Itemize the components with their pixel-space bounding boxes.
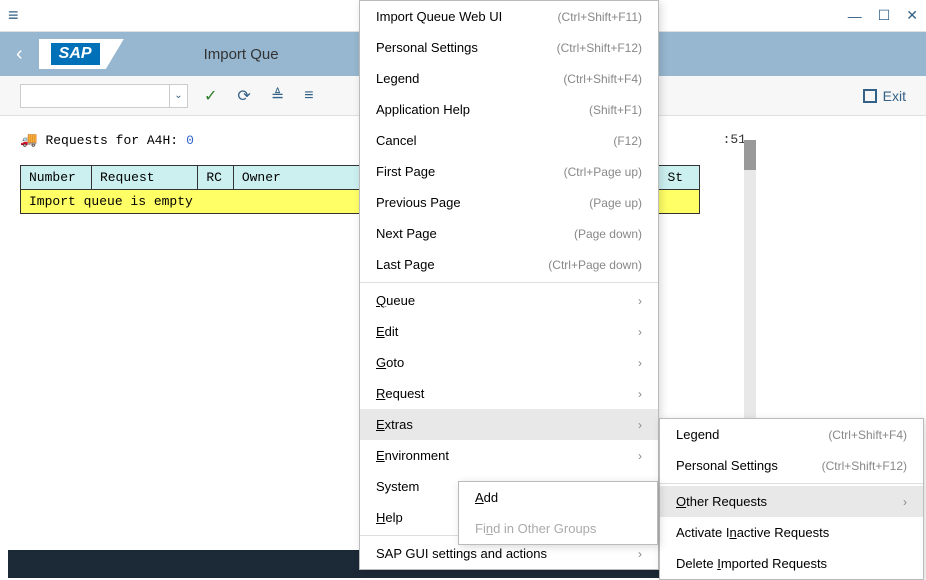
submenu-legend[interactable]: Legend(Ctrl+Shift+F4) [660,419,923,450]
menu-cancel[interactable]: Cancel(F12) [360,125,658,156]
back-button[interactable]: ‹ [16,43,23,66]
minimize-button[interactable]: — [848,8,862,24]
subsub-find-other-groups: Find in Other Groups [459,513,657,544]
menu-last-page[interactable]: Last Page(Ctrl+Page down) [360,249,658,280]
close-button[interactable]: ✕ [906,7,918,24]
col-rc: RC [198,166,233,190]
menu-edit[interactable]: Edit› [360,316,658,347]
requests-count: 0 [186,133,194,148]
sap-logo-wrap: SAP [39,39,124,69]
col-request: Request [91,166,197,190]
menu-personal-settings[interactable]: Personal Settings(Ctrl+Shift+F12) [360,32,658,63]
command-field[interactable] [20,84,170,108]
truck-icon: 🚚 [20,132,37,149]
menu-extras[interactable]: Extras› [360,409,658,440]
maximize-button[interactable]: ☐ [878,7,891,24]
sort-asc-icon[interactable]: ≜ [267,82,288,110]
subsubmenu-other-requests: Add Find in Other Groups [458,481,658,545]
menu-queue[interactable]: Queue› [360,285,658,316]
scroll-thumb[interactable] [744,140,756,170]
menu-separator [360,282,658,283]
menu-first-page[interactable]: First Page(Ctrl+Page up) [360,156,658,187]
menu-environment[interactable]: Environment› [360,440,658,471]
menu-import-queue-web-ui[interactable]: Import Queue Web UI(Ctrl+Shift+F11) [360,1,658,32]
requests-label: Requests for A4H: [45,133,178,148]
menu-separator [660,483,923,484]
hamburger-icon[interactable]: ≡ [8,5,19,26]
submenu-activate-inactive[interactable]: Activate Inactive Requests [660,517,923,548]
submenu-delete-imported[interactable]: Delete Imported Requests [660,548,923,579]
check-icon[interactable]: ✓ [200,82,221,110]
submenu-personal-settings[interactable]: Personal Settings(Ctrl+Shift+F12) [660,450,923,481]
filter-icon[interactable]: ≡ [300,83,317,109]
exit-label: Exit [883,88,906,104]
menu-next-page[interactable]: Next Page(Page down) [360,218,658,249]
exit-button[interactable]: Exit [863,88,906,104]
subsub-add[interactable]: Add [459,482,657,513]
menu-application-help[interactable]: Application Help(Shift+F1) [360,94,658,125]
menu-legend[interactable]: Legend(Ctrl+Shift+F4) [360,63,658,94]
sap-logo: SAP [51,43,100,65]
submenu-other-requests[interactable]: Other Requests› [660,486,923,517]
col-st: St [659,166,700,190]
col-number: Number [21,166,92,190]
window-controls: — ☐ ✕ [848,7,918,24]
command-dropdown-icon[interactable]: ⌄ [170,84,188,108]
menu-goto[interactable]: Goto› [360,347,658,378]
timestamp: :51 [723,132,746,147]
submenu-extras: Legend(Ctrl+Shift+F4) Personal Settings(… [659,418,924,580]
exit-icon [863,89,877,103]
menu-previous-page[interactable]: Previous Page(Page up) [360,187,658,218]
menu-request[interactable]: Request› [360,378,658,409]
page-title: Import Que [204,46,279,63]
refresh-icon[interactable]: ⟳ [233,82,254,110]
